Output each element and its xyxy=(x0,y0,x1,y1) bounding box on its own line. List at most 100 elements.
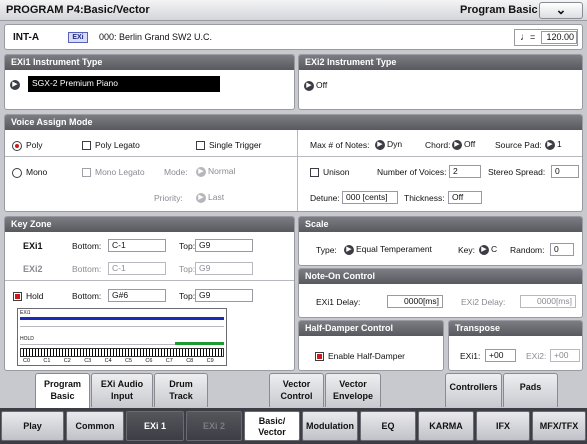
mono-radio[interactable]: Mono xyxy=(12,167,47,178)
num-voices-field[interactable]: 2 xyxy=(449,165,481,178)
exi-badge: EXi xyxy=(68,32,88,43)
poly-radio[interactable]: Poly xyxy=(12,140,43,151)
detune-field[interactable]: 000 [cents] xyxy=(342,191,398,204)
tab-eq[interactable]: EQ xyxy=(360,411,416,441)
mono-legato-label: Mono Legato xyxy=(95,167,145,177)
mode-popup[interactable]: ▶ Normal xyxy=(196,166,235,177)
exi2-bottom-field[interactable]: C-1 xyxy=(108,262,166,275)
scale-title: Scale xyxy=(299,217,582,232)
unison-checkbox[interactable]: Unison xyxy=(310,167,349,178)
checkbox-icon xyxy=(310,168,319,178)
program-name[interactable]: 000: Berlin Grand SW2 U.C. xyxy=(99,32,212,42)
tempo-control: ♩ = 120.00 xyxy=(514,29,578,46)
octave-label: C0 xyxy=(23,358,31,364)
half-damper-title: Half-Damper Control xyxy=(299,321,443,336)
popup-arrow-icon: ▶ xyxy=(196,166,206,177)
octave-label: C6 xyxy=(145,358,153,364)
tab-label: Basic/ xyxy=(258,416,286,426)
exi1-instrument-field[interactable]: SGX-2 Premium Piano xyxy=(28,76,220,92)
tab-program-basic[interactable]: Program Basic xyxy=(35,373,90,409)
poly-legato-checkbox[interactable]: Poly Legato xyxy=(82,140,140,151)
page-menu-label: Program Basic xyxy=(460,4,538,16)
tab-karma[interactable]: KARMA xyxy=(418,411,474,441)
tempo-field[interactable]: 120.00 xyxy=(541,31,577,44)
top-label: Top: xyxy=(179,291,196,301)
scale-key-popup[interactable]: ▶ C xyxy=(479,244,497,255)
exi2-delay-field[interactable]: 0000[ms] xyxy=(520,295,576,308)
transpose-exi1-field[interactable]: +00 xyxy=(485,349,516,362)
exi2-delay-label: EXi2 Delay: xyxy=(461,297,506,307)
priority-popup[interactable]: ▶ Last xyxy=(196,192,224,203)
key-zone-panel: Key Zone EXi1 Bottom: C-1 Top: G9 EXi2 B… xyxy=(4,216,295,371)
hold-top-field[interactable]: G9 xyxy=(195,289,253,302)
program-bank: INT-A xyxy=(13,32,40,43)
radio-selected-icon xyxy=(12,140,22,151)
popup-arrow-icon[interactable]: ▶ xyxy=(10,79,20,90)
popup-arrow-icon: ▶ xyxy=(375,139,385,150)
tab-exi1[interactable]: EXi 1 xyxy=(126,411,184,441)
exi2-instrument-popup[interactable]: ▶ Off xyxy=(304,80,327,91)
exi1-top-field[interactable]: G9 xyxy=(195,239,253,252)
divider xyxy=(5,156,582,157)
exi1-bottom-field[interactable]: C-1 xyxy=(108,239,166,252)
exi2-top-field[interactable]: G9 xyxy=(195,262,253,275)
keyboard xyxy=(20,348,224,357)
tab-exi-audio-input[interactable]: EXi Audio Input xyxy=(91,373,153,407)
exi2-zone-bar xyxy=(20,326,224,327)
kbd-exi1-label: EXi1 xyxy=(20,310,31,316)
tab-vector-envelope[interactable]: Vector Envelope xyxy=(325,373,381,407)
max-notes-label: Max # of Notes: xyxy=(310,140,370,150)
source-pad-popup[interactable]: ▶ 1 xyxy=(545,139,562,150)
scale-panel: Scale Type: ▶ Equal Temperament Key: ▶ C R… xyxy=(298,216,583,266)
scale-type-value: Equal Temperament xyxy=(356,244,432,254)
octave-label: C4 xyxy=(104,358,112,364)
tab-pads[interactable]: Pads xyxy=(503,373,558,407)
note-on-panel: Note-On Control EXi1 Delay: 0000[ms] EXi… xyxy=(298,268,583,318)
bottom-label: Bottom: xyxy=(72,291,102,301)
scale-key-value: C xyxy=(491,244,498,254)
hold-bottom-field[interactable]: G#6 xyxy=(108,289,166,302)
transpose-exi1-label: EXi1: xyxy=(460,351,481,361)
top-label: Top: xyxy=(179,241,196,251)
single-trigger-checkbox[interactable]: Single Trigger xyxy=(196,140,261,151)
tab-ifx[interactable]: IFX xyxy=(476,411,530,441)
poly-legato-label: Poly Legato xyxy=(95,140,140,150)
octave-label: C3 xyxy=(84,358,92,364)
program-select-bar[interactable]: INT-A EXi 000: Berlin Grand SW2 U.C. ♩ =… xyxy=(4,24,583,50)
tab-exi2[interactable]: EXi 2 xyxy=(186,411,242,441)
enable-half-damper-checkbox[interactable]: Enable Half-Damper xyxy=(315,351,406,362)
exi2-instrument-title: EXi2 Instrument Type xyxy=(299,55,582,70)
scale-random-field[interactable]: 0 xyxy=(550,243,574,256)
tab-label: Drum xyxy=(169,379,193,389)
thickness-field[interactable]: Off xyxy=(448,191,482,204)
enable-half-damper-label: Enable Half-Damper xyxy=(328,351,406,361)
octave-label: C7 xyxy=(165,358,173,364)
hold-checkbox[interactable]: Hold xyxy=(13,291,43,302)
transpose-title: Transpose xyxy=(449,321,582,336)
key-zone-graphic: EXi1 HOLD C0 C1 C2 C3 C4 C5 C6 C7 C8 C9 xyxy=(17,308,227,366)
mono-legato-checkbox[interactable]: Mono Legato xyxy=(82,167,145,178)
stereo-spread-field[interactable]: 0 xyxy=(551,165,579,178)
poly-label: Poly xyxy=(26,140,43,150)
radio-icon xyxy=(12,167,22,178)
tab-drum-track[interactable]: Drum Track xyxy=(154,373,208,407)
tab-play[interactable]: Play xyxy=(1,411,64,441)
priority-value: Last xyxy=(208,192,225,202)
transpose-panel: Transpose EXi1: +00 EXi2: +00 xyxy=(448,320,583,371)
exi1-instrument-title: EXi1 Instrument Type xyxy=(5,55,294,70)
tab-mfx-tfx[interactable]: MFX/TFX xyxy=(532,411,586,441)
exi1-delay-field[interactable]: 0000[ms] xyxy=(387,295,443,308)
tab-common[interactable]: Common xyxy=(66,411,124,441)
page-menu-button[interactable]: ⌄ xyxy=(539,2,583,19)
tab-modulation[interactable]: Modulation xyxy=(302,411,358,441)
scale-type-popup[interactable]: ▶ Equal Temperament xyxy=(344,244,432,255)
source-pad-label: Source Pad: xyxy=(495,140,542,150)
quarter-note-icon: ♩ xyxy=(520,32,530,43)
max-notes-popup[interactable]: ▶ Dyn xyxy=(375,139,402,150)
tab-controllers[interactable]: Controllers xyxy=(445,373,502,407)
transpose-exi2-field[interactable]: +00 xyxy=(550,349,580,362)
tab-vector-control[interactable]: Vector Control xyxy=(269,373,324,407)
chord-popup[interactable]: ▶ Off xyxy=(452,139,475,150)
tab-basic-vector[interactable]: Basic/Vector xyxy=(244,411,300,441)
bottom-label: Bottom: xyxy=(72,241,102,251)
